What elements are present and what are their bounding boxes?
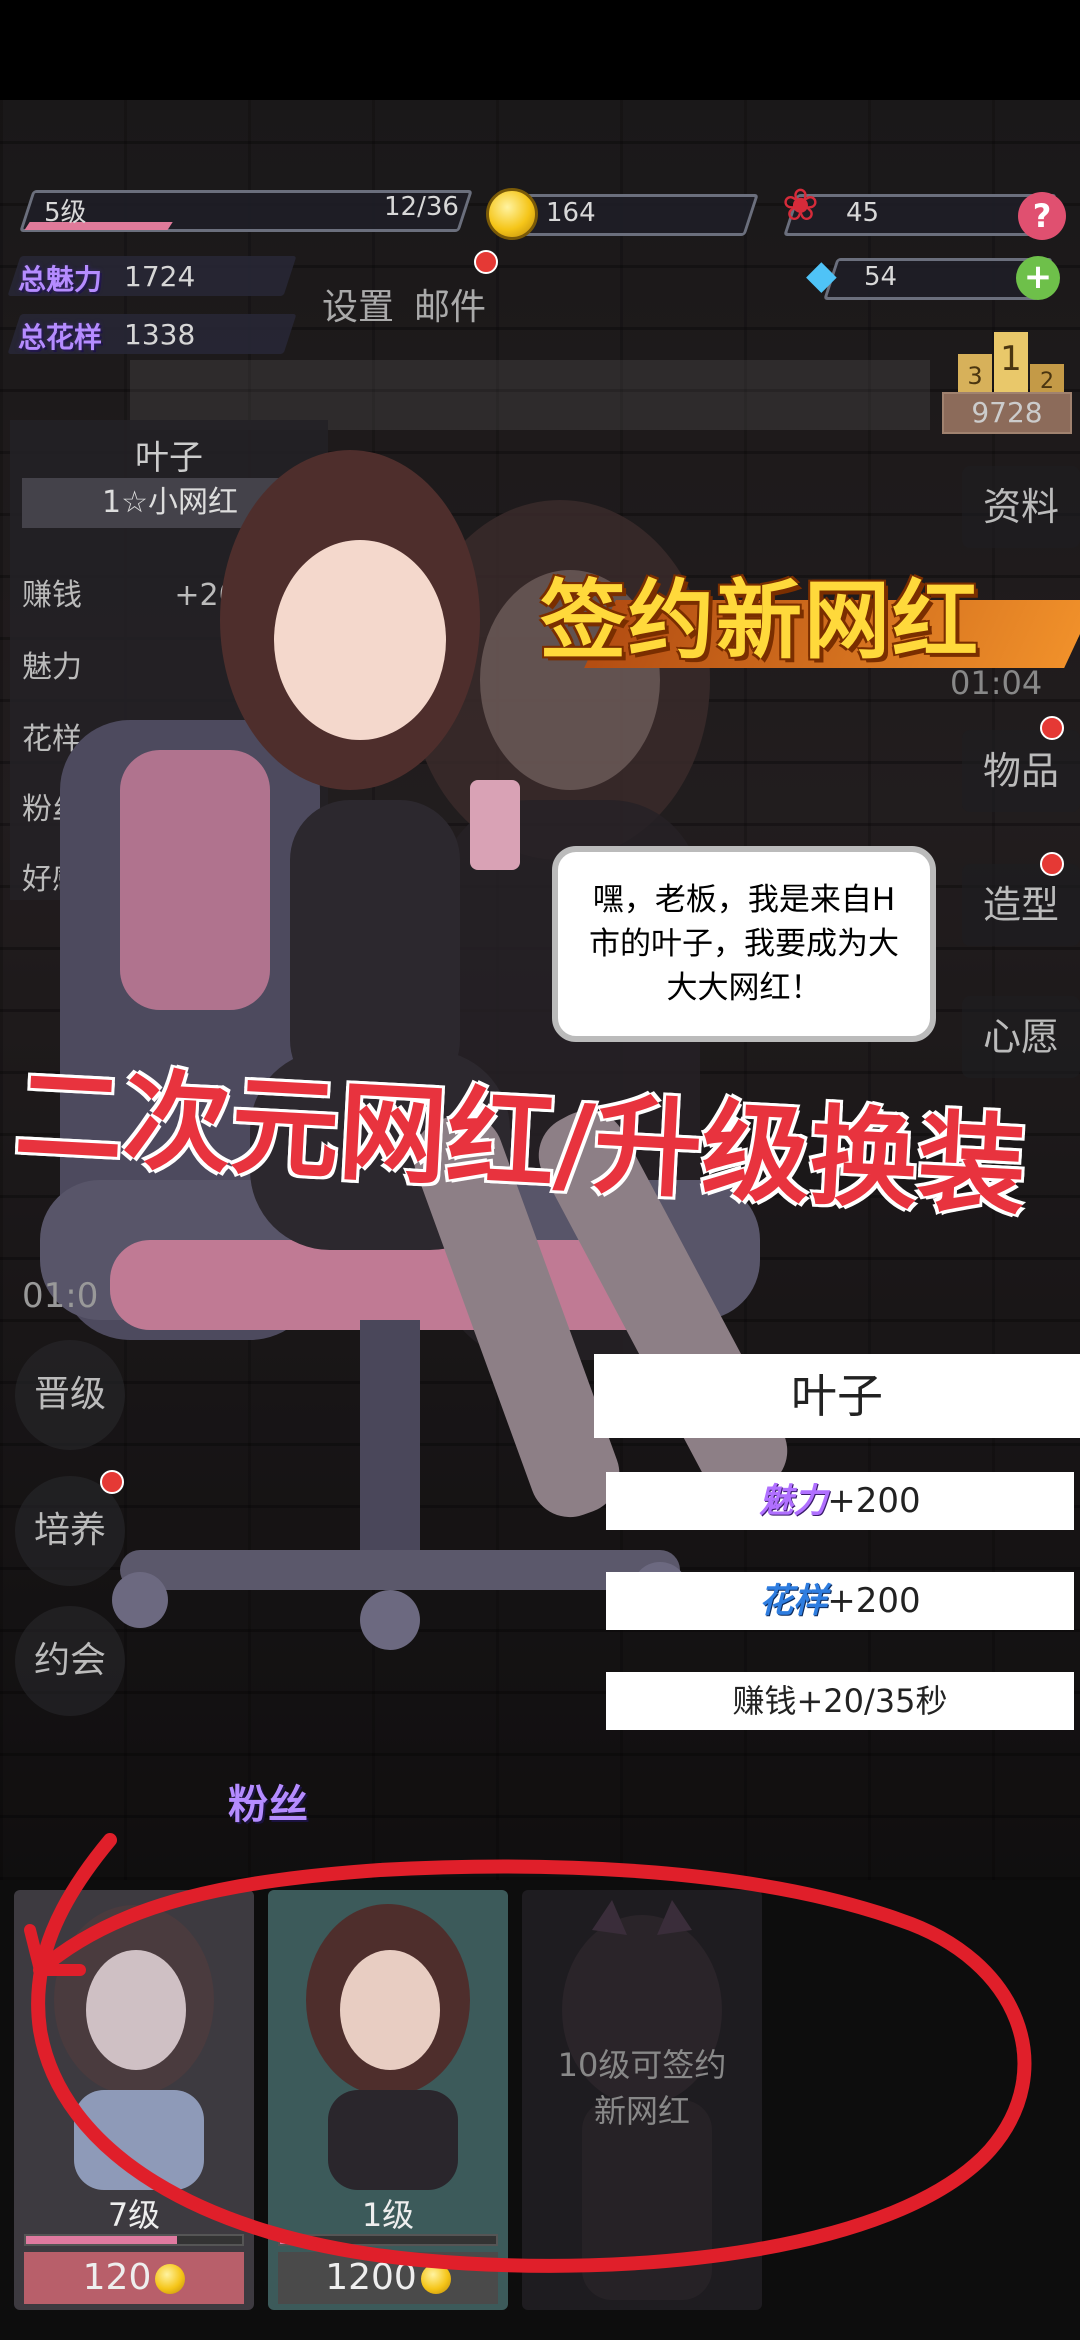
- red-circle-annotation: [24, 1833, 1032, 2273]
- svg-text:3: 3: [967, 362, 982, 390]
- coin-icon: [486, 188, 538, 240]
- gem-icon: ◆: [806, 252, 837, 298]
- speech-bubble: 嘿，老板，我是来自H市的叶子，我要成为大大大网红！: [552, 846, 936, 1042]
- train-notification-dot: [100, 1470, 124, 1494]
- info-pattern-bonus: +200: [827, 1581, 921, 1621]
- help-button[interactable]: ?: [1018, 192, 1066, 240]
- info-charm-box: 魅力+200: [606, 1472, 1074, 1530]
- left-timer: 01:0: [22, 1276, 99, 1316]
- total-pattern-value: 1338: [124, 318, 196, 351]
- roses-value: 45: [846, 198, 880, 228]
- svg-text:2: 2: [1040, 369, 1054, 394]
- settings-link[interactable]: 设置: [322, 278, 394, 330]
- coins-bar: [505, 194, 759, 236]
- info-pattern-box: 花样+200: [606, 1572, 1074, 1630]
- total-charm-label: 总魅力: [18, 263, 103, 296]
- sign-new-influencer-banner[interactable]: 签约新网红: [540, 550, 980, 675]
- level-progress-text: 12/36: [384, 192, 459, 222]
- info-pattern-tag: 花样: [759, 1581, 828, 1621]
- left-menu-promote[interactable]: 晋级: [15, 1340, 125, 1450]
- info-earn-box: 赚钱+20/35秒: [606, 1672, 1074, 1730]
- mail-link[interactable]: 邮件: [414, 278, 486, 330]
- coins-value: 164: [546, 198, 596, 228]
- total-pattern-label: 总花样: [18, 321, 103, 354]
- mail-notification-dot: [474, 250, 498, 274]
- info-name-box: 叶子: [594, 1354, 1080, 1438]
- add-gems-button[interactable]: +: [1016, 256, 1060, 300]
- total-charm-value: 1724: [124, 260, 196, 293]
- left-menu-date[interactable]: 约会: [15, 1606, 125, 1716]
- info-charm-tag: 魅力: [759, 1481, 828, 1521]
- roses-bar: [783, 194, 1057, 236]
- svg-text:1: 1: [1000, 339, 1022, 379]
- info-charm-bonus: +200: [827, 1481, 921, 1521]
- game-screen: 5级 12/36 164 ❀ 45 ? ◆ 54 + 总魅力 1724 总花样 …: [0, 0, 1080, 2340]
- rose-icon: ❀: [782, 180, 819, 231]
- gems-value: 54: [864, 262, 898, 292]
- level-label: 5级: [44, 198, 87, 228]
